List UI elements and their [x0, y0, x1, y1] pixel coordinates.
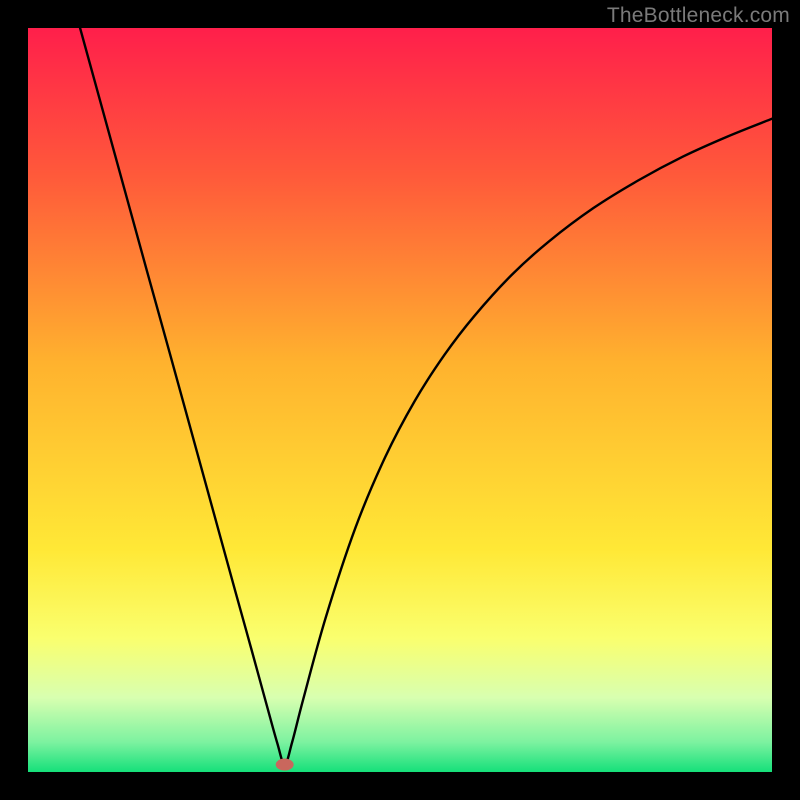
optimum-marker	[276, 759, 294, 771]
chart-frame	[28, 28, 772, 772]
chart-background	[28, 28, 772, 772]
watermark-text: TheBottleneck.com	[607, 4, 790, 28]
chart-svg	[28, 28, 772, 772]
